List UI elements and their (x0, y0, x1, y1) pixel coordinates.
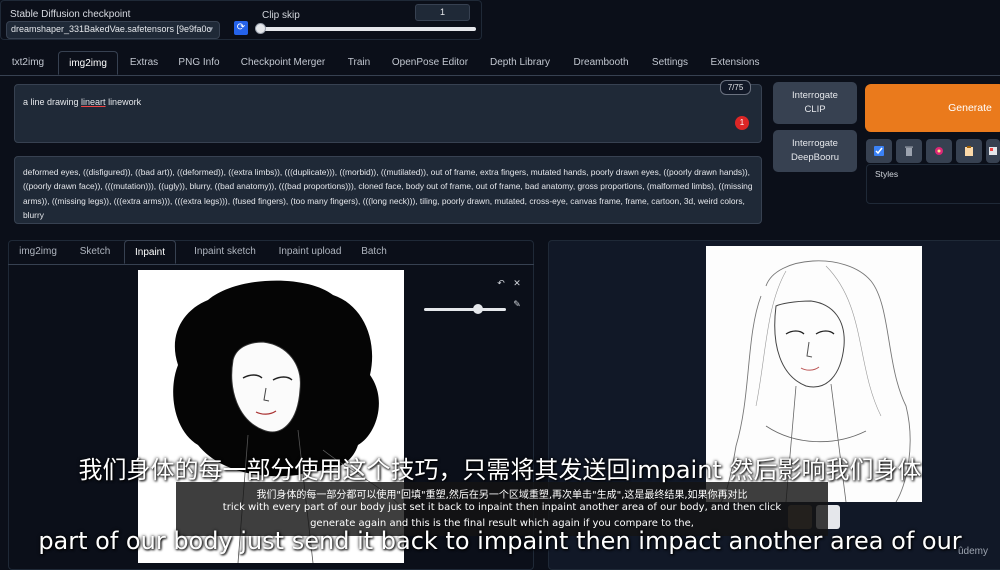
token-counter: 7/75 (720, 80, 751, 95)
tab-extensions[interactable]: Extensions (704, 51, 766, 75)
checkpoint-select[interactable]: dreamshaper_331BakedVae.safetensors [9e9… (6, 21, 220, 39)
interrogate-deepbooru-label: Interrogate DeepBooru (790, 138, 840, 163)
notification-badge: 1 (735, 116, 749, 130)
checkpoint-label: Stable Diffusion checkpoint (10, 9, 131, 20)
prompt-textarea[interactable]: a line drawing lineart linework (14, 84, 762, 143)
tab-dreambooth[interactable]: Dreambooth (566, 51, 636, 75)
negative-prompt-text: deformed eyes, ((disfigured)), ((bad art… (23, 167, 753, 220)
clip-skip-label: Clip skip (262, 10, 300, 21)
udemy-watermark: ûdemy (958, 546, 989, 557)
tab-extras[interactable]: Extras (124, 51, 164, 75)
styles-label: Styles (875, 169, 899, 179)
main-tab-bar: txt2img img2img Extras PNG Info Checkpoi… (0, 51, 1000, 76)
subtitle-english-line-1: trick with every part of our body just s… (222, 502, 782, 513)
subtitle-english-large: part of our body just send it back to im… (38, 527, 962, 555)
subtab-sketch[interactable]: Sketch (72, 240, 118, 264)
prompt-text-start: a line drawing (23, 97, 82, 107)
tab-openpose-editor[interactable]: OpenPose Editor (386, 51, 474, 75)
prompt-text: a line drawing lineart linework (23, 97, 141, 107)
brush-size-slider-thumb[interactable] (473, 304, 483, 314)
clip-skip-slider[interactable] (258, 27, 476, 31)
generate-button[interactable]: Generate (865, 84, 1000, 132)
sub-tab-bar: img2img Sketch Inpaint Inpaint sketch In… (8, 240, 534, 265)
subtab-img2img[interactable]: img2img (12, 240, 64, 264)
tab-txt2img[interactable]: txt2img (4, 51, 52, 75)
interrogate-clip-label: Interrogate CLIP (792, 90, 838, 115)
clip-skip-slider-thumb[interactable] (255, 23, 266, 34)
trash-icon[interactable] (896, 139, 922, 163)
subtab-inpaint[interactable]: Inpaint (124, 240, 176, 264)
checkpoint-value: dreamshaper_331BakedVae.safetensors [9e9… (11, 24, 211, 34)
tab-img2img[interactable]: img2img (58, 51, 118, 75)
chevron-down-icon: ▾ (208, 24, 213, 34)
subtab-batch[interactable]: Batch (356, 240, 392, 264)
clipboard-icon[interactable] (956, 139, 982, 163)
style-apply-icon[interactable] (926, 139, 952, 163)
tab-settings[interactable]: Settings (644, 51, 696, 75)
interrogate-deepbooru-button[interactable]: Interrogate DeepBooru (773, 130, 857, 172)
negative-prompt-textarea[interactable]: deformed eyes, ((disfigured)), ((bad art… (14, 156, 762, 224)
interrogate-clip-button[interactable]: Interrogate CLIP (773, 82, 857, 124)
prompt-text-underlined: lineart (81, 97, 106, 107)
brush-size-slider[interactable] (424, 308, 506, 311)
close-icon[interactable]: ✕ (511, 277, 523, 289)
subtitle-chinese-small: 我们身体的每一部分都可以使用"回填"重塑,然后在另一个区域重塑,再次单击"生成"… (256, 490, 748, 501)
subtitle-chinese-large: 我们身体的每一部分使用这个技巧，只需将其发送回impaint 然后影响我们身体 (78, 456, 922, 484)
brush-icon[interactable]: ✎ (511, 298, 523, 310)
undo-icon[interactable]: ↶ (495, 277, 507, 289)
subtab-inpaint-upload[interactable]: Inpaint upload (270, 240, 350, 264)
paste-icon[interactable] (866, 139, 892, 163)
tab-depth-library[interactable]: Depth Library (482, 51, 558, 75)
save-style-icon[interactable] (986, 139, 1000, 163)
tab-checkpoint-merger[interactable]: Checkpoint Merger (234, 51, 332, 75)
clip-skip-input[interactable]: 1 (415, 4, 470, 21)
subtab-inpaint-sketch[interactable]: Inpaint sketch (182, 240, 268, 264)
tab-train[interactable]: Train (340, 51, 378, 75)
refresh-icon[interactable]: ⟳ (234, 21, 248, 35)
prompt-text-end: linework (105, 97, 142, 107)
tab-png-info[interactable]: PNG Info (172, 51, 226, 75)
